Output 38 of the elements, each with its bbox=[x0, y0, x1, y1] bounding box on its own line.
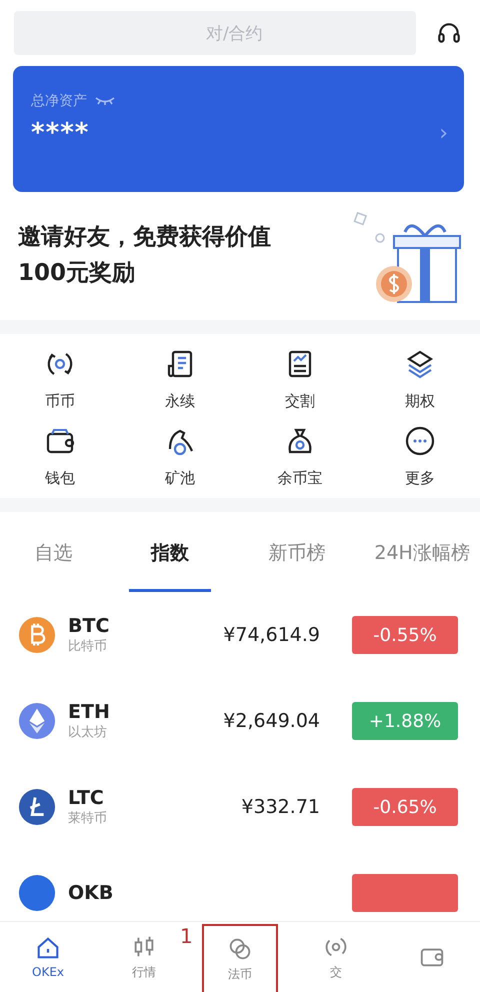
assets-label: 总净资产 bbox=[31, 92, 87, 110]
coin-price: ¥74,614.9 bbox=[222, 624, 321, 646]
assets-value: **** bbox=[31, 118, 90, 148]
change-badge[interactable]: -0.65% bbox=[352, 788, 458, 826]
nav-tab[interactable]: 行情 bbox=[112, 922, 176, 992]
market-tab[interactable]: 24H涨幅榜 bbox=[364, 516, 480, 592]
coin-symbol: BTC bbox=[68, 615, 110, 637]
shortcut-item[interactable]: 余币宝 bbox=[240, 425, 360, 488]
nav-tab[interactable]: 交 bbox=[304, 922, 368, 992]
shortcut-item[interactable]: 期权 bbox=[360, 348, 480, 411]
nav-tab[interactable]: OKEx bbox=[16, 922, 80, 992]
shortcut-item[interactable]: 更多 bbox=[360, 425, 480, 488]
assets-card[interactable]: 总净资产 **** › bbox=[13, 66, 464, 192]
coin-name: 莱特币 bbox=[68, 810, 108, 827]
nav-tab[interactable]: 法币 bbox=[202, 924, 278, 992]
shortcut-item[interactable]: 币币 bbox=[0, 348, 120, 411]
market-tab[interactable]: 自选 bbox=[12, 516, 95, 592]
coin-price: ¥2,649.04 bbox=[222, 710, 321, 732]
coin-name: 以太坊 bbox=[68, 724, 108, 741]
change-badge[interactable]: -0.55% bbox=[352, 616, 458, 654]
shortcut-item[interactable]: 永续 bbox=[120, 348, 240, 411]
coin-price: ¥332.71 bbox=[240, 796, 321, 818]
shortcut-item[interactable]: 矿池 bbox=[120, 425, 240, 488]
coin-symbol: OKB bbox=[68, 882, 114, 904]
more-icon bbox=[404, 425, 436, 457]
eye-icon[interactable] bbox=[95, 96, 115, 106]
market-tab[interactable]: 指数 bbox=[128, 516, 212, 592]
annotation-number: 1 bbox=[180, 924, 193, 948]
chevron-icon: › bbox=[439, 120, 448, 146]
invite-banner[interactable]: 邀请好友，免费获得价值100元奖励 bbox=[0, 192, 480, 320]
shortcut-item[interactable]: 钱包 bbox=[0, 425, 120, 488]
market-tab[interactable]: 新币榜 bbox=[255, 516, 338, 592]
coin-symbol: ETH bbox=[68, 701, 111, 723]
banner-title: 邀请好友，免费获得价值100元奖励 bbox=[18, 223, 272, 288]
coin-symbol: LTC bbox=[68, 787, 105, 809]
home-icon bbox=[35, 935, 61, 961]
coin-name: 比特币 bbox=[68, 638, 108, 655]
shortcut-item[interactable]: 交割 bbox=[240, 348, 360, 411]
